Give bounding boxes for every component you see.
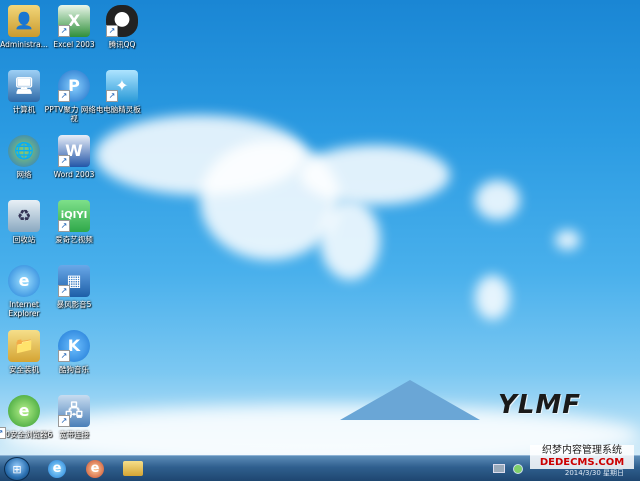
kugou-icon: K ↗ [58, 330, 90, 362]
sprite-icon: ✦ ↗ [106, 70, 138, 102]
watermark-line1: 织梦内容管理系统 [530, 445, 634, 457]
tray-network-icon[interactable] [512, 458, 524, 479]
folder-icon: 📁 [8, 330, 40, 362]
shortcut-arrow-icon: ↗ [58, 155, 70, 167]
taskbar-ie-button[interactable]: e [40, 458, 74, 479]
shortcut-arrow-icon: ↗ [58, 220, 70, 232]
user-folder-icon: 👤 [8, 5, 40, 37]
cloud-decoration [320, 200, 380, 280]
recycle-bin-icon: ♻ [8, 200, 40, 232]
broadband-icon: 🖧 ↗ [58, 395, 90, 427]
shortcut-arrow-icon: ↗ [58, 90, 70, 102]
desktop-icon-baofeng[interactable]: ▦ ↗ 暴风影音5 [44, 265, 104, 309]
desktop-icon-kugou[interactable]: K ↗ 酷狗音乐 [44, 330, 104, 374]
network-globe-icon: 🌐 [8, 135, 40, 167]
ie-icon: e [48, 459, 66, 478]
excel-icon: X ↗ [58, 5, 90, 37]
desktop-icon-word-2003[interactable]: W ↗ Word 2003 [44, 135, 104, 179]
360-browser-icon: e [8, 395, 40, 427]
qq-penguin-icon: ↗ [106, 5, 138, 37]
cloud-decoration [475, 180, 520, 220]
cloud-decoration [555, 230, 580, 250]
folder-icon [123, 461, 143, 476]
shortcut-arrow-icon: ↗ [58, 285, 70, 297]
baofeng-icon: ▦ ↗ [58, 265, 90, 297]
mountain-decoration [340, 380, 480, 420]
dedecms-watermark: 织梦内容管理系统 DEDECMS.COM [530, 445, 634, 469]
ie-icon: e [8, 265, 40, 297]
shortcut-arrow-icon: ↗ [106, 25, 118, 37]
shortcut-arrow-icon: ↗ [58, 415, 70, 427]
tray-keyboard-icon[interactable] [492, 458, 506, 479]
desktop-wallpaper: 👤 Administra... 🖥 计算机 🌐 网络 ♻ 回收站 e Inter… [0, 0, 640, 455]
cloud-decoration [475, 275, 510, 320]
iqiyi-icon: iQIYI ↗ [58, 200, 90, 232]
cloud-decoration [300, 145, 450, 205]
shortcut-arrow-icon: ↗ [0, 427, 6, 439]
word-icon: W ↗ [58, 135, 90, 167]
windows-start-icon: ⊞ [12, 462, 22, 476]
shortcut-arrow-icon: ↗ [58, 25, 70, 37]
360-browser-icon: e [86, 459, 104, 478]
keyboard-icon [493, 464, 505, 473]
taskbar-explorer-button[interactable] [116, 458, 150, 479]
pptv-icon: P ↗ [58, 70, 90, 102]
clock-date: 2014/3/30 星期日 [564, 469, 624, 477]
network-status-icon [513, 463, 523, 474]
desktop-icon-qq[interactable]: ↗ 腾讯QQ [92, 5, 152, 49]
desktop-icon-sprite-board[interactable]: ✦ ↗ 电脑精灵板 [92, 70, 152, 114]
start-button[interactable]: ⊞ [4, 457, 30, 481]
shortcut-arrow-icon: ↗ [106, 90, 118, 102]
taskbar-360-button[interactable]: e [78, 458, 112, 479]
shortcut-arrow-icon: ↗ [58, 350, 70, 362]
desktop-icon-broadband[interactable]: 🖧 ↗ 宽带连接 [44, 395, 104, 439]
ylmf-logo: YLMF [498, 390, 582, 420]
watermark-line2: DEDECMS.COM [530, 457, 634, 469]
desktop-icon-iqiyi[interactable]: iQIYI ↗ 爱奇艺视频 [44, 200, 104, 244]
computer-icon: 🖥 [8, 70, 40, 102]
